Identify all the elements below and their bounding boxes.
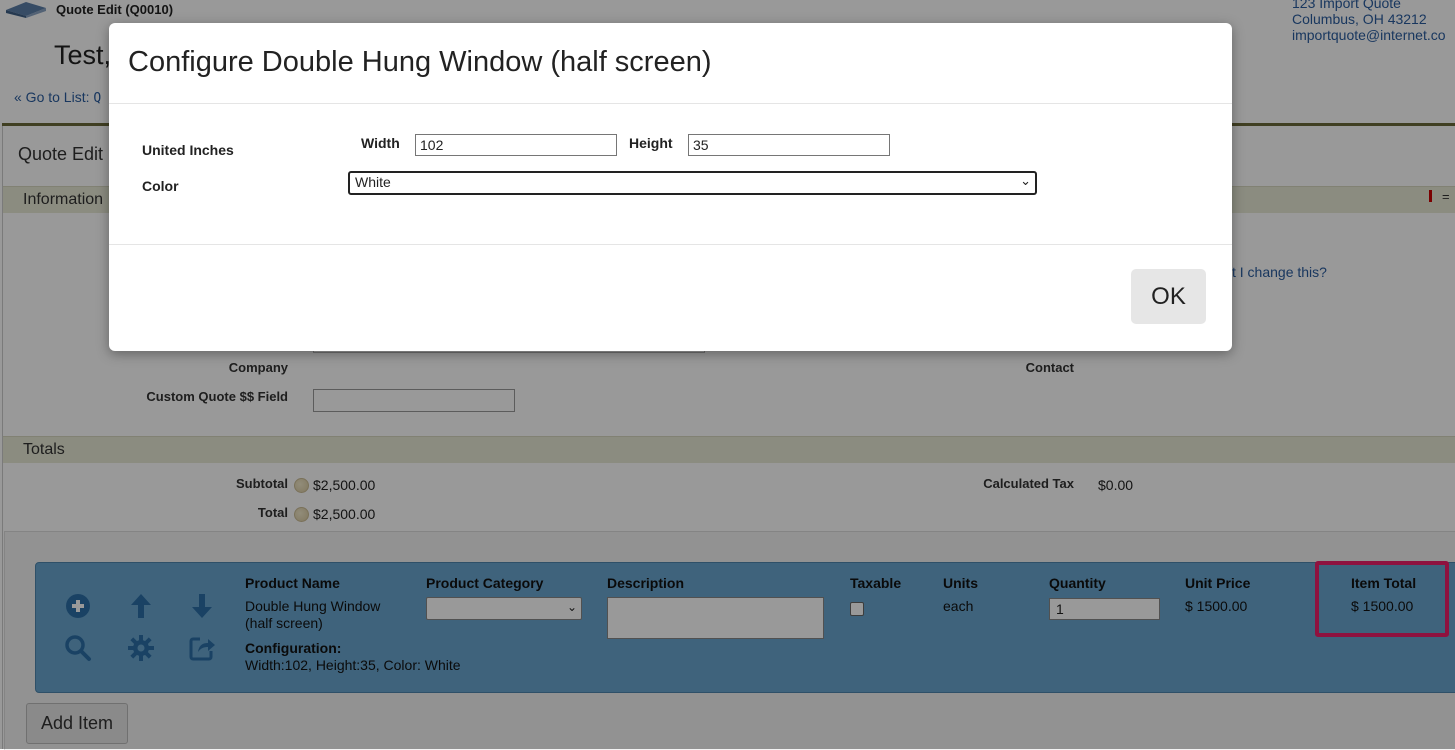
ok-button[interactable]: OK [1131,269,1206,324]
color-select[interactable]: White ⌄ [348,171,1037,195]
dialog-header-divider [109,103,1232,104]
chevron-down-icon: ⌄ [1020,173,1031,188]
height-label: Height [629,135,673,151]
united-inches-label: United Inches [142,142,234,158]
dialog-footer-divider [109,244,1232,245]
width-value: 102 [420,137,444,153]
color-selected-value: White [355,174,391,190]
configure-dialog: Configure Double Hung Window (half scree… [109,23,1232,351]
color-label: Color [142,178,179,194]
width-label: Width [361,135,400,151]
height-value: 35 [693,137,709,153]
height-input[interactable]: 35 [688,134,890,156]
dialog-title: Configure Double Hung Window (half scree… [128,46,712,78]
width-input[interactable]: 102 [415,134,617,156]
